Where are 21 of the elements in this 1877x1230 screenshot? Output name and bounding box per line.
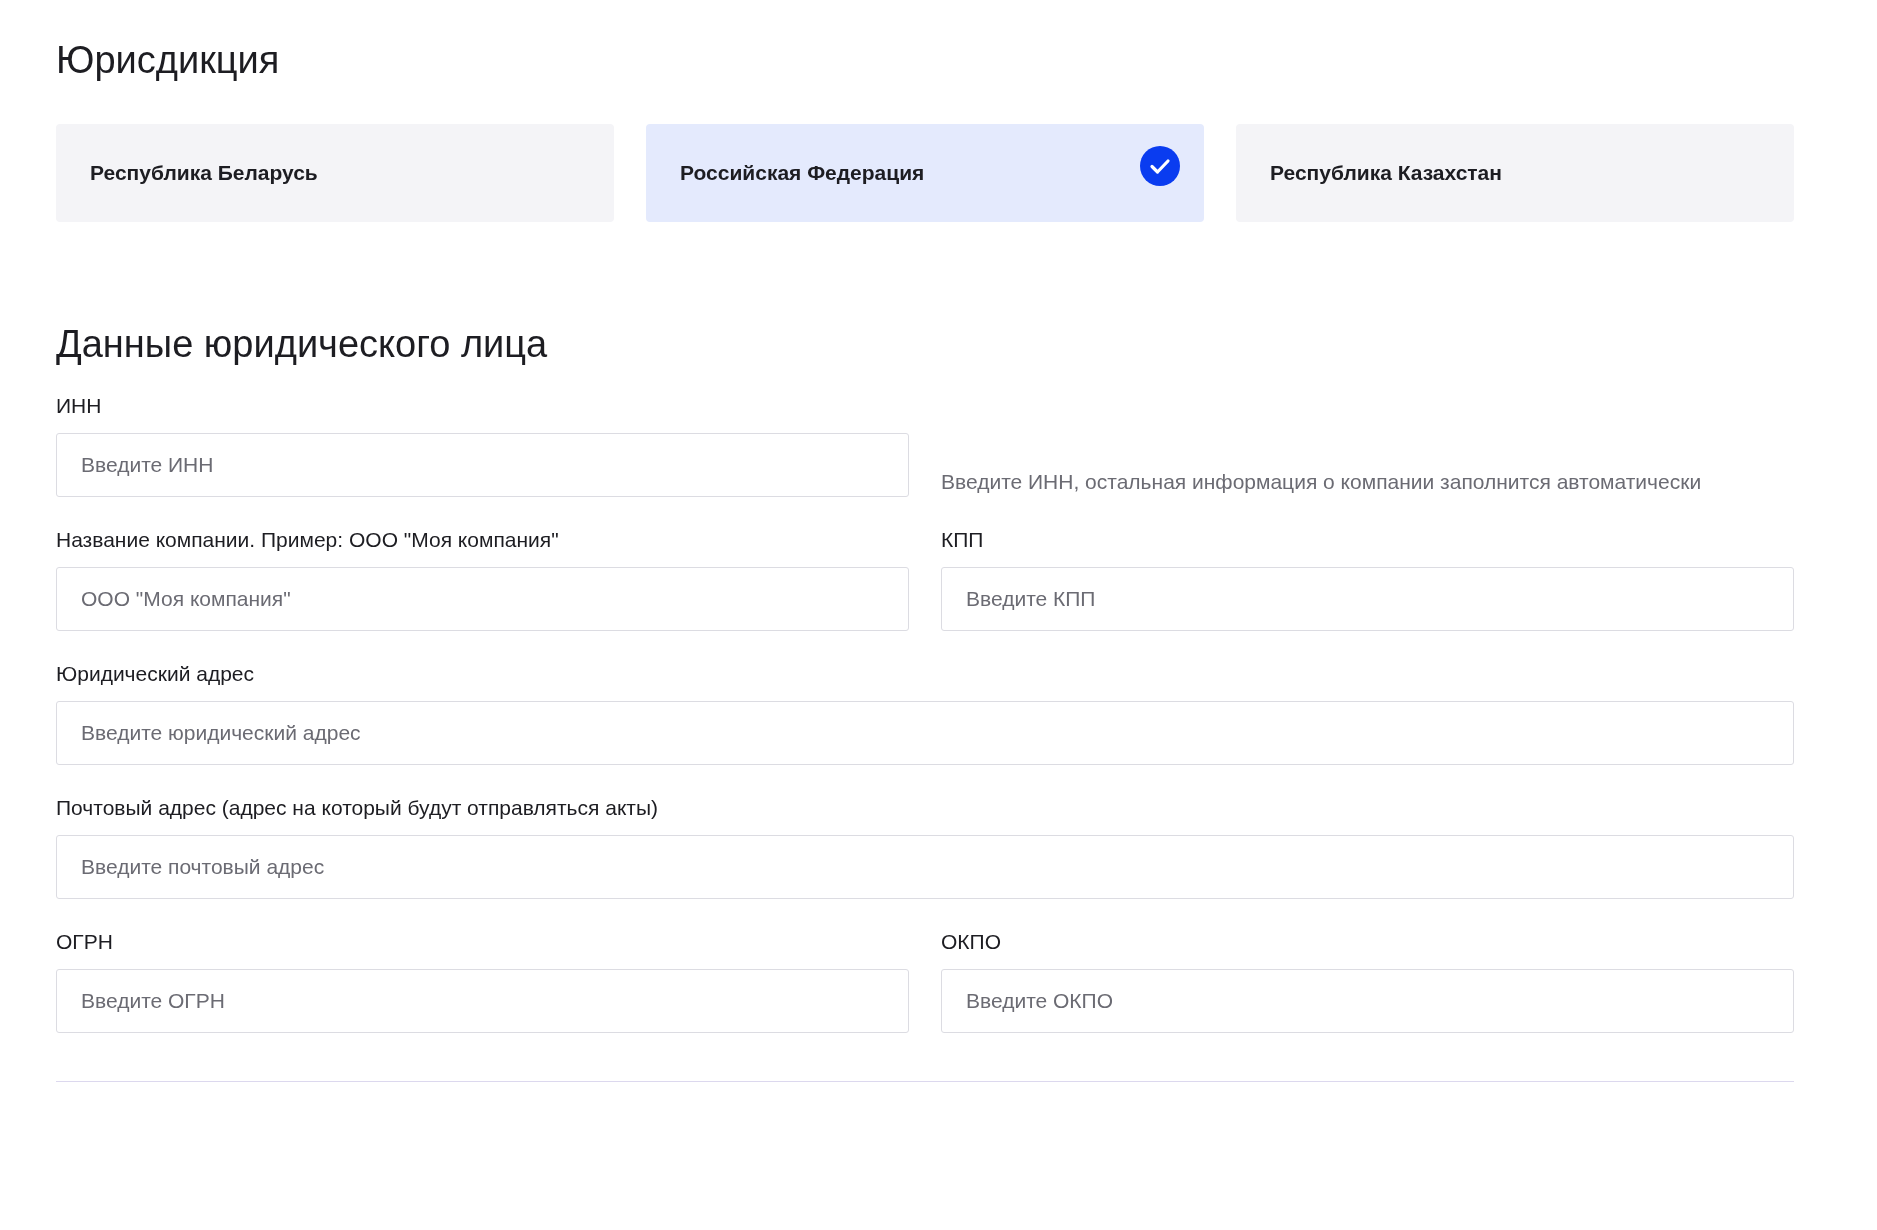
section-title: Данные юридического лица (56, 321, 549, 367)
field-label: ОКПО (941, 929, 1002, 956)
jurisdiction-option[interactable]: Республика Казахстан (1236, 123, 1794, 222)
hint-text: Введите ИНН, остальная информация о компании заполнится автоматически (941, 469, 1702, 496)
field-label: КПП (941, 527, 985, 554)
input-field[interactable]: Введите почтовый адрес (56, 835, 1794, 900)
checkmark-icon (1140, 145, 1180, 186)
field-label: Юридический адрес (56, 661, 255, 688)
input-field[interactable]: Введите ОКПО (941, 969, 1794, 1034)
input-field[interactable]: Введите КПП (941, 567, 1794, 632)
input-field[interactable]: ООО "Моя компания" (56, 567, 909, 632)
field-label: Почтовый адрес (адрес на который будут отправляться акты) (56, 795, 660, 822)
input-field[interactable]: Введите ИНН (56, 433, 909, 498)
field-label: Название компании. Пример: ООО "Моя компания" (56, 527, 560, 554)
jurisdiction-option[interactable]: Республика Беларусь (56, 123, 614, 222)
field-label: ОГРН (56, 929, 114, 956)
input-field[interactable]: Введите ОГРН (56, 969, 909, 1034)
input-field[interactable]: Введите юридический адрес (56, 701, 1794, 766)
field-label: ИНН (56, 393, 103, 420)
jurisdiction-option[interactable]: Российская Федерация (646, 123, 1204, 222)
section-title: Юрисдикция (56, 38, 281, 83)
